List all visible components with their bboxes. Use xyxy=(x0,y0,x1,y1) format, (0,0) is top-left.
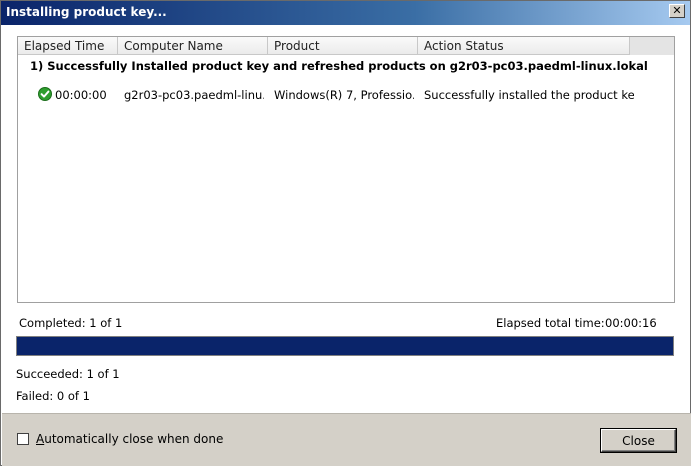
progress-bar xyxy=(16,336,674,356)
window-close-icon[interactable]: ✕ xyxy=(669,4,685,18)
elapsed-total-value: 00:00:16 xyxy=(605,316,657,330)
dialog-window: Installing product key... ✕ Elapsed Time… xyxy=(0,0,691,466)
column-header-elapsed-time[interactable]: Elapsed Time xyxy=(18,37,118,55)
progress-fill xyxy=(17,337,673,355)
completed-count: Completed: 1 of 1 xyxy=(19,316,123,330)
window-title: Installing product key... xyxy=(6,5,167,19)
auto-close-text: utomatically close when done xyxy=(44,432,224,446)
list-header: Elapsed Time Computer Name Product Actio… xyxy=(18,37,674,55)
auto-close-checkbox[interactable] xyxy=(17,433,29,445)
table-row[interactable]: 00:00:00 g2r03-pc03.paedml-linu... Windo… xyxy=(18,85,674,105)
column-header-filler xyxy=(630,37,674,55)
results-list[interactable]: Elapsed Time Computer Name Product Actio… xyxy=(17,36,675,303)
column-header-action-status[interactable]: Action Status xyxy=(418,37,630,55)
auto-close-label[interactable]: Automatically close when done xyxy=(36,432,223,446)
column-header-product[interactable]: Product xyxy=(268,37,418,55)
close-button[interactable]: Close xyxy=(601,429,676,452)
cell-action-status: Successfully installed the product key. xyxy=(424,88,634,102)
cell-computer-name: g2r03-pc03.paedml-linu... xyxy=(124,88,264,102)
elapsed-total-label: Elapsed total time: xyxy=(496,316,605,330)
cell-product: Windows(R) 7, Professio... xyxy=(274,88,414,102)
title-bar[interactable]: Installing product key... ✕ xyxy=(1,1,690,25)
column-header-computer-name[interactable]: Computer Name xyxy=(118,37,268,55)
group-header: 1) Successfully Installed product key an… xyxy=(30,59,648,73)
auto-close-accel: A xyxy=(36,432,45,446)
success-check-icon xyxy=(38,87,52,101)
cell-elapsed-time: 00:00:00 xyxy=(55,88,107,102)
dialog-footer: Automatically close when done Close xyxy=(2,413,691,466)
succeeded-count: Succeeded: 1 of 1 xyxy=(16,367,120,381)
failed-count: Failed: 0 of 1 xyxy=(16,389,90,403)
